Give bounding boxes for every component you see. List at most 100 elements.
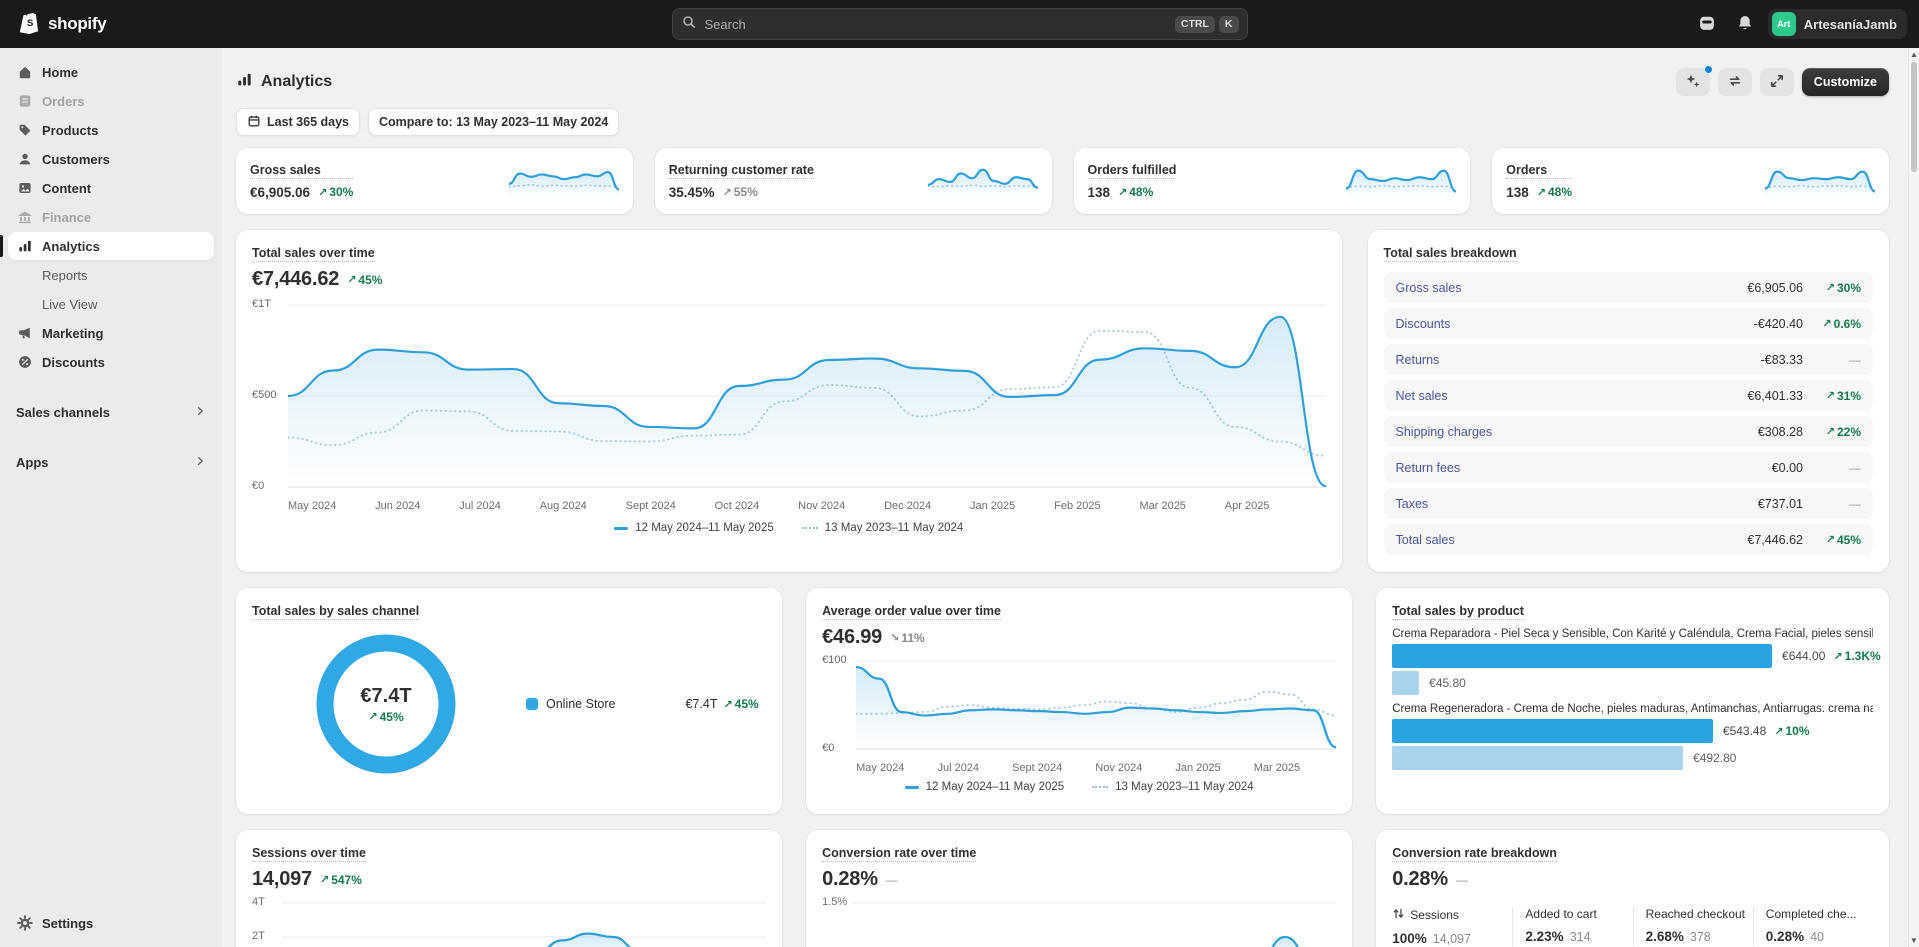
breakdown-row-return-fees[interactable]: Return fees€0.00— [1384, 452, 1873, 483]
aov-line-chart[interactable] [856, 653, 1336, 757]
product-current-bar[interactable] [1392, 719, 1713, 743]
product-current-bar[interactable] [1392, 644, 1772, 668]
breakdown-label[interactable]: Total sales [1396, 533, 1455, 547]
kpi-title[interactable]: Orders fulfilled [1088, 163, 1177, 179]
sidebar-section-sales-channels[interactable]: Sales channels [8, 398, 214, 426]
sidebar-item-finance[interactable]: Finance [8, 203, 214, 231]
sidebar-item-customers[interactable]: Customers [8, 145, 214, 173]
conversion-rate-over-time-title[interactable]: Conversion rate over time [822, 846, 976, 862]
sidebar-item-content[interactable]: Content [8, 174, 214, 202]
average-order-value-title[interactable]: Average order value over time [822, 604, 1001, 620]
x-tick-label: Apr 2025 [1225, 500, 1270, 512]
kpi-sparkline [928, 161, 1038, 201]
breakdown-value: €6,905.06 [1747, 281, 1803, 295]
store-account-button[interactable]: Art ArtesaníaJamb [1768, 9, 1907, 39]
x-tick-label: Aug 2024 [540, 500, 587, 512]
aov-delta: ↘11% [890, 631, 925, 645]
total-sales-by-channel-card: Total sales by sales channel €7.4T ↗45% … [236, 588, 782, 814]
x-tick-label: Sept 2024 [1012, 762, 1062, 774]
dotted-line-swatch [1092, 786, 1108, 788]
chart-legend: 12 May 2024–11 May 202513 May 2023–11 Ma… [252, 522, 1326, 534]
total-sales-by-channel-title[interactable]: Total sales by sales channel [252, 604, 419, 620]
product-label[interactable]: Crema Regeneradora - Crema de Noche, pie… [1392, 703, 1873, 715]
total-sales-line-chart[interactable] [288, 295, 1326, 495]
sidebar-item-label: Discounts [42, 355, 105, 370]
vertical-scrollbar[interactable]: ▲ ▼ [1908, 48, 1919, 947]
expand-button[interactable] [1760, 68, 1794, 96]
total-sales-over-time-title[interactable]: Total sales over time [252, 246, 375, 262]
breakdown-label[interactable]: Returns [1396, 353, 1440, 367]
breakdown-label[interactable]: Return fees [1396, 461, 1461, 475]
breakdown-label[interactable]: Shipping charges [1396, 425, 1493, 439]
customers-icon [16, 150, 34, 168]
refresh-cycle-button[interactable] [1718, 68, 1752, 96]
breakdown-label[interactable]: Discounts [1396, 317, 1451, 331]
sidebar-item-marketing[interactable]: Marketing [8, 319, 214, 347]
sidebar-nav: HomeOrdersProductsCustomersContentFinanc… [8, 58, 214, 376]
discounts-icon [16, 353, 34, 371]
notifications-button[interactable] [1730, 9, 1760, 39]
sessions-over-time-title[interactable]: Sessions over time [252, 846, 366, 862]
legend-comparison: 13 May 2023–11 May 2024 [802, 522, 964, 534]
breakdown-label[interactable]: Net sales [1396, 389, 1448, 403]
legend-current: 12 May 2024–11 May 2025 [905, 781, 1065, 793]
search-shortcut: CTRL K [1175, 16, 1239, 33]
sidebar-item-reports[interactable]: Reports [8, 261, 214, 289]
sidebar-item-analytics[interactable]: Analytics [8, 232, 214, 260]
product-previous-bar[interactable] [1392, 671, 1419, 695]
y-tick-label: €500 [252, 389, 276, 401]
trend-up-icon: ↗ [1826, 425, 1835, 438]
scroll-down-arrow[interactable]: ▼ [1909, 936, 1919, 945]
conversion-line-chart[interactable] [852, 897, 1336, 947]
total-sales-by-product-title[interactable]: Total sales by product [1392, 604, 1524, 620]
y-tick-label: €1T [252, 298, 271, 310]
sidebar-item-label: Marketing [42, 326, 103, 341]
trend-up-icon: ↗ [368, 710, 377, 723]
x-tick-label: Dec 2024 [884, 500, 931, 512]
sidebar-item-label: Live View [42, 297, 97, 312]
product-previous-bar[interactable] [1392, 746, 1683, 770]
breakdown-label[interactable]: Gross sales [1396, 281, 1462, 295]
notification-dot [1704, 65, 1713, 74]
sidebar-item-live-view[interactable]: Live View [8, 290, 214, 318]
bell-icon [1736, 14, 1754, 35]
search-input[interactable]: Search CTRL K [672, 8, 1248, 40]
total-sales-breakdown-title[interactable]: Total sales breakdown [1384, 246, 1517, 262]
breakdown-row-taxes[interactable]: Taxes€737.01— [1384, 488, 1873, 519]
x-tick-label: Oct 2024 [715, 500, 760, 512]
product-label[interactable]: Crema Reparadora - Piel Seca y Sensible,… [1392, 628, 1873, 640]
conversion-rate-breakdown-card: Conversion rate breakdown 0.28% — Sessio… [1376, 830, 1889, 947]
breakdown-label[interactable]: Taxes [1396, 497, 1429, 511]
ai-insights-button[interactable] [1676, 68, 1710, 96]
neutral-dash: — [1849, 353, 1861, 367]
sidebar-item-settings[interactable]: Settings [8, 909, 214, 937]
trend-down-icon: ↘ [890, 631, 899, 644]
breakdown-row-gross-sales[interactable]: Gross sales€6,905.06↗30% [1384, 272, 1873, 303]
breakdown-row-total-sales[interactable]: Total sales€7,446.62↗45% [1384, 524, 1873, 555]
kpi-title[interactable]: Returning customer rate [669, 163, 814, 179]
trend-up-icon: ↗ [1826, 533, 1835, 546]
conversion-rate-breakdown-title[interactable]: Conversion rate breakdown [1392, 846, 1557, 862]
breakdown-row-net-sales[interactable]: Net sales€6,401.33↗31% [1384, 380, 1873, 411]
x-tick-label: Mar 2025 [1139, 500, 1185, 512]
sidebar-item-home[interactable]: Home [8, 58, 214, 86]
sessions-line-chart[interactable] [282, 897, 766, 947]
customize-button[interactable]: Customize [1802, 68, 1889, 96]
breakdown-row-discounts[interactable]: Discounts-€420.40↗0.6% [1384, 308, 1873, 339]
kpi-title[interactable]: Orders [1506, 163, 1572, 179]
sidebar-section-apps[interactable]: Apps [8, 448, 214, 476]
sales-channel-donut-chart[interactable]: €7.4T ↗45% [308, 626, 464, 782]
shopify-logo[interactable]: S shopify [16, 8, 106, 41]
date-range-button[interactable]: Last 365 days [236, 108, 360, 136]
kpi-title[interactable]: Gross sales [250, 163, 353, 179]
compare-button[interactable]: Compare to: 13 May 2023–11 May 2024 [368, 108, 619, 136]
kpi-value: €6,905.06 [250, 185, 310, 200]
breakdown-row-returns[interactable]: Returns-€83.33— [1384, 344, 1873, 375]
breakdown-row-shipping-charges[interactable]: Shipping charges€308.28↗22% [1384, 416, 1873, 447]
scroll-up-arrow[interactable]: ▲ [1909, 50, 1919, 59]
sidebar-item-orders[interactable]: Orders [8, 87, 214, 115]
sidebar-item-products[interactable]: Products [8, 116, 214, 144]
sidekick-button[interactable] [1692, 9, 1722, 39]
sidebar-item-discounts[interactable]: Discounts [8, 348, 214, 376]
scrollbar-thumb[interactable] [1911, 62, 1917, 172]
